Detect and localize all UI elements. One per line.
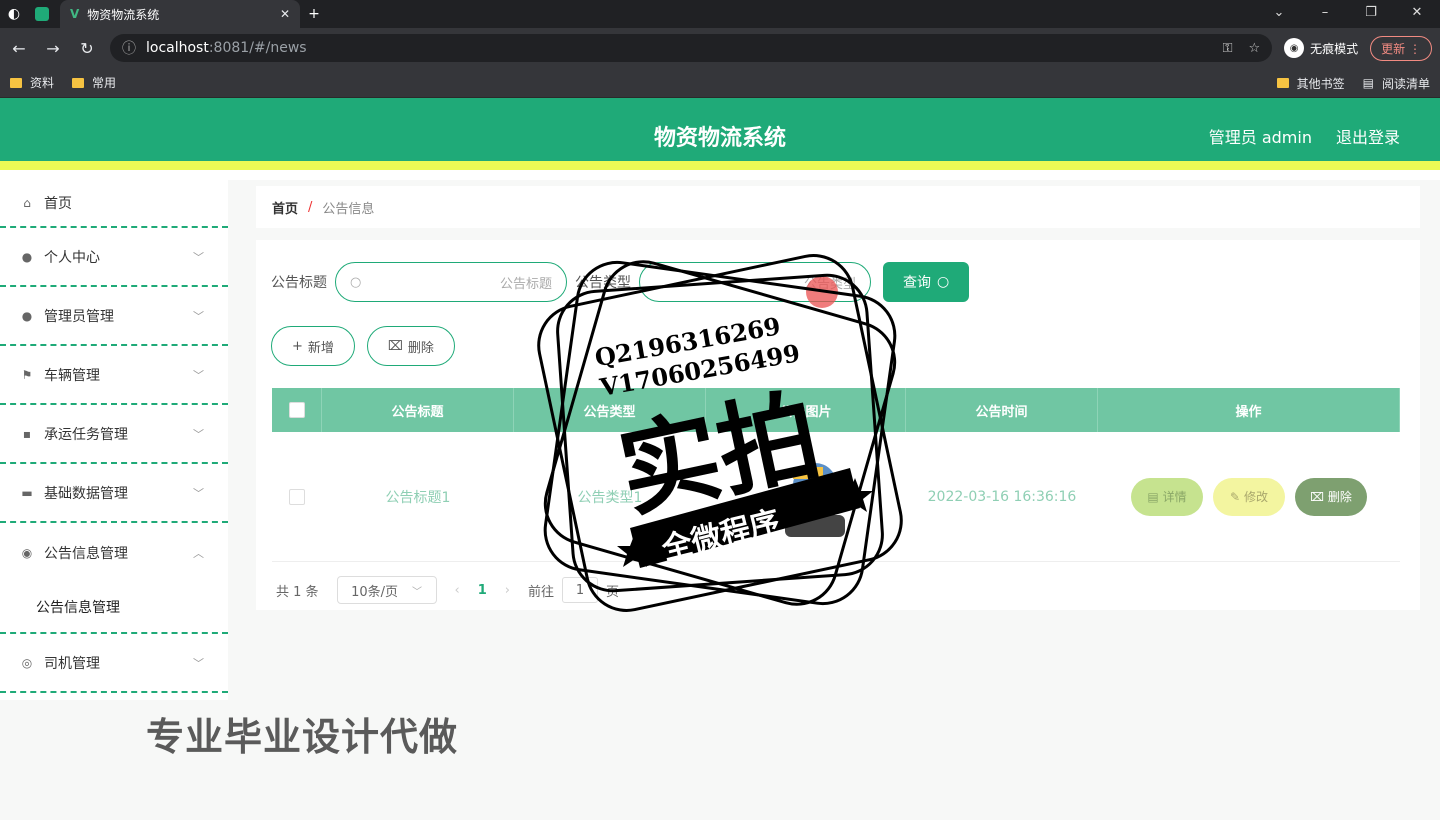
forward-icon[interactable]: → (42, 39, 64, 58)
sidebar-subitem-notices[interactable]: 公告信息管理 (0, 582, 228, 634)
trash-icon: ⌧ (1310, 489, 1324, 504)
detail-button[interactable]: ▤ 详情 (1131, 477, 1203, 516)
sidebar-item-admins[interactable]: ● 管理员管理 ﹀ (0, 287, 228, 346)
delete-button[interactable]: ⌧ 删除 (366, 326, 455, 366)
page-number[interactable]: 1 (478, 583, 487, 598)
sidebar: ⌂ 首页 ● 个人中心 ﹀ ● 管理员管理 ﹀ ⚑ 车辆管理 ﹀ ▪ 承运任务管… (0, 180, 228, 700)
incognito-icon: ◉ (1284, 38, 1305, 58)
action-buttons: + 新增 ⌧ 删除 (271, 326, 455, 366)
col-title: 公告标题 (322, 388, 514, 432)
chevron-down-icon: ﹀ (193, 656, 204, 670)
plus-icon: + (292, 338, 303, 354)
edit-button[interactable]: ✎ 修改 (1213, 477, 1285, 516)
breadcrumb-home[interactable]: 首页 (272, 198, 298, 217)
cell-ops: ▤ 详情 ✎ 修改 ⌧ 删除 (1098, 432, 1400, 561)
total-count: 共 1 条 (276, 584, 319, 600)
title-label: 公告标题 (271, 275, 327, 291)
reload-icon[interactable]: ↻ (76, 39, 98, 58)
address-bar[interactable]: ⓘ localhost:8081/#/news ⚿ ☆ (110, 34, 1273, 62)
app-header: 物资物流系统 管理员 admin 退出登录 (0, 98, 1440, 170)
tab-title: 物资物流系统 (87, 7, 160, 22)
chevron-down-icon: ﹀ (193, 309, 204, 323)
restore-icon[interactable]: ❐ (1348, 0, 1394, 24)
trash-icon: ⌧ (387, 338, 403, 354)
sidebar-item-home[interactable]: ⌂ 首页 (0, 180, 228, 228)
other-bookmarks[interactable]: 其他书签 (1276, 75, 1345, 92)
user-icon: ● (21, 249, 33, 264)
flag-icon: ⚑ (21, 367, 33, 382)
minimize-icon[interactable]: – (1302, 0, 1348, 24)
sidebar-item-tasks[interactable]: ▪ 承运任务管理 ﹀ (0, 405, 228, 464)
logout-link[interactable]: 退出登录 (1336, 124, 1400, 148)
chevron-down-icon: ﹀ (412, 586, 423, 598)
window-close-icon[interactable]: ✕ (1394, 0, 1440, 24)
url-host: localhost (146, 40, 209, 56)
chevron-down-icon: ﹀ (193, 486, 204, 500)
cell-time: 2022-03-16 16:36:16 (927, 488, 1077, 505)
chevron-down-icon: ﹀ (193, 368, 204, 382)
cell-title: 公告标题1 (385, 489, 451, 506)
bookmarks-bar: 资料 常用 其他书签 ▤ 阅读清单 (0, 68, 1440, 98)
reading-list[interactable]: ▤ 阅读清单 (1363, 75, 1430, 92)
folder-icon (72, 77, 85, 88)
select-all-checkbox[interactable] (288, 402, 305, 418)
update-button[interactable]: 更新 ⋮ (1370, 35, 1432, 61)
pencil-icon: ✎ (1229, 489, 1241, 504)
incognito-indicator[interactable]: ◉ 无痕模式 (1284, 38, 1358, 58)
address-bar-row: ← → ↻ ⓘ localhost:8081/#/news ⚿ ☆ ◉ 无痕模式… (0, 28, 1440, 68)
info-icon[interactable]: ⓘ (122, 38, 136, 58)
bookmark-folder[interactable]: 资料 (10, 74, 54, 91)
current-user: 管理员 admin (1208, 128, 1312, 147)
watermark-stamp: Q2196316269 V17060256499 实拍 全微程序 (537, 254, 903, 612)
active-tab[interactable]: V 物资物流系统 ✕ (60, 0, 300, 28)
col-ops: 操作 (1098, 388, 1400, 432)
new-tab-button[interactable]: + (300, 0, 328, 28)
breadcrumb: 首页 / 公告信息 (256, 186, 1420, 228)
add-button[interactable]: + 新增 (271, 326, 355, 366)
row-delete-button[interactable]: ⌧ 删除 (1295, 477, 1367, 516)
compass-icon: ◎ (21, 655, 33, 670)
chevron-up-icon: ︿ (193, 546, 204, 560)
close-tab-icon[interactable]: ✕ (280, 7, 290, 21)
chevron-down-icon: ﹀ (193, 250, 204, 264)
row-checkbox[interactable] (289, 488, 305, 505)
sidebar-item-basic-data[interactable]: ▬ 基础数据管理 ﹀ (0, 464, 228, 523)
sidebar-item-vehicles[interactable]: ⚑ 车辆管理 ﹀ (0, 346, 228, 405)
breadcrumb-current: 公告信息 (322, 201, 375, 217)
page-size-select[interactable]: 10条/页 ﹀ (336, 576, 437, 604)
box-icon: ▬ (21, 485, 33, 500)
app-tab-icon[interactable] (28, 0, 56, 28)
folder-icon (10, 77, 22, 88)
admin-icon: ● (21, 308, 33, 323)
tab-search-icon[interactable]: ⌄ (1256, 0, 1302, 24)
globe-icon[interactable]: ◐ (0, 0, 28, 28)
prev-page-icon[interactable]: ‹ (455, 583, 460, 598)
doc-icon: ▤ (1147, 489, 1159, 504)
bulb-icon: ◉ (21, 545, 33, 560)
chevron-down-icon: ﹀ (193, 427, 204, 441)
chat-icon: ▪ (22, 426, 32, 441)
key-icon[interactable]: ⚿ (1223, 41, 1233, 56)
home-icon: ⌂ (23, 196, 31, 210)
vue-icon: V (70, 7, 80, 21)
browser-tab-strip: ◐ V 物资物流系统 ✕ + ⌄ – ❐ ✕ (0, 0, 1440, 28)
next-page-icon[interactable]: › (505, 583, 510, 598)
star-icon[interactable]: ☆ (1248, 41, 1260, 56)
back-icon[interactable]: ← (8, 39, 30, 58)
promo-watermark: 专业毕业设计代做 (146, 715, 459, 759)
search-icon: ○ (937, 274, 950, 290)
search-icon: ○ (350, 274, 362, 290)
url-path: :8081/#/news (208, 40, 307, 56)
sidebar-item-drivers[interactable]: ◎ 司机管理 ﹀ (0, 634, 228, 693)
bookmark-folder[interactable]: 常用 (72, 74, 116, 91)
folder-icon (1276, 78, 1289, 88)
col-time: 公告时间 (906, 388, 1098, 432)
sidebar-item-notices[interactable]: ◉ 公告信息管理 ︿ (0, 523, 228, 582)
sidebar-item-profile[interactable]: ● 个人中心 ﹀ (0, 228, 228, 287)
reading-list-icon: ▤ (1362, 76, 1374, 90)
